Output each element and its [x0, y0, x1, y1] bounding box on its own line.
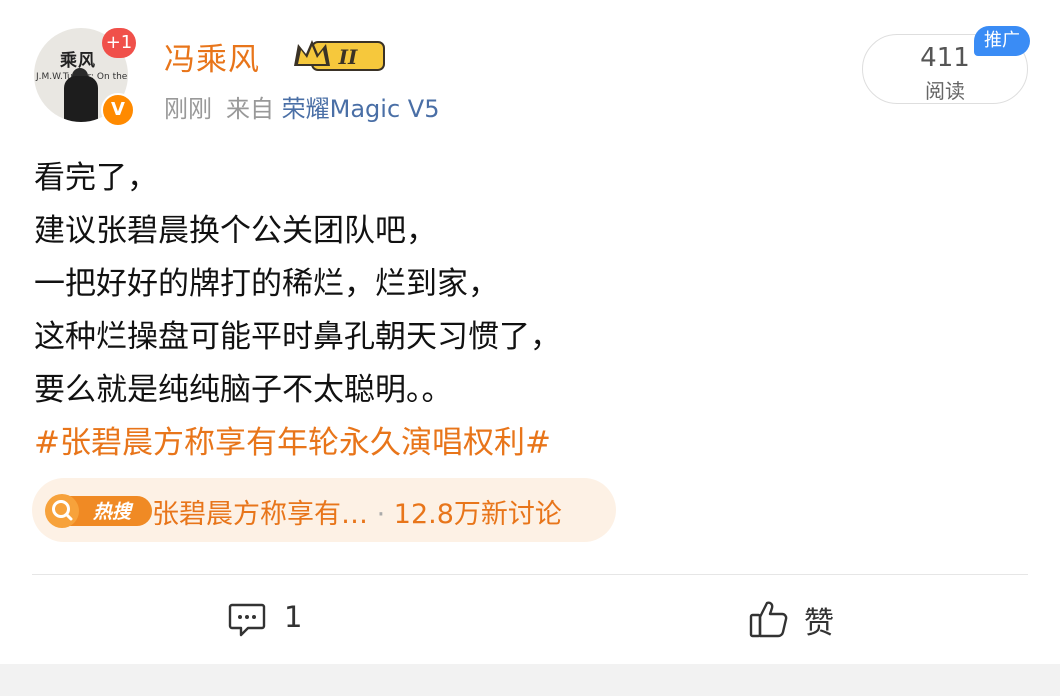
action-divider	[32, 574, 1028, 575]
post-meta: 刚刚 来自 荣耀Magic V5	[164, 89, 439, 124]
thumbs-up-icon	[749, 601, 788, 638]
rank-badge-level: II	[338, 45, 358, 69]
source-prefix: 来自	[226, 95, 274, 123]
hot-search-card[interactable]: 热搜 张碧晨方称享有… · 12.8万新讨论	[32, 478, 616, 542]
hot-search-badge: 热搜	[45, 494, 152, 528]
hot-search-separator: ·	[376, 499, 386, 530]
post-body: 看完了， 建议张碧晨换个公关团队吧， 一把好好的牌打的稀烂，烂到家， 这种烂操盘…	[34, 152, 561, 470]
hot-search-discussions: 12.8万新讨论	[393, 499, 562, 530]
ad-tag[interactable]: 推广	[974, 26, 1030, 56]
author-name[interactable]: 冯乘风	[164, 34, 260, 79]
notification-badge: +1	[102, 28, 136, 58]
like-label: 赞	[804, 606, 834, 641]
post-body-line: 看完了，	[34, 160, 158, 196]
post-body-line: 建议张碧晨换个公关团队吧，	[34, 213, 437, 249]
post-body-line: 一把好好的牌打的稀烂，烂到家，	[34, 266, 499, 302]
source-device[interactable]: 荣耀Magic V5	[282, 95, 440, 123]
comment-button[interactable]: 1	[228, 598, 318, 644]
hot-search-topic: 张碧晨方称享有…	[152, 499, 368, 530]
comment-count: 1	[284, 600, 303, 634]
bottom-bar	[0, 664, 1060, 696]
crown-rank-badge[interactable]: II	[290, 36, 388, 74]
hot-search-badge-label: 热搜	[92, 501, 134, 523]
avatar-person-body	[64, 76, 98, 122]
read-label: 阅读	[925, 79, 965, 103]
post-body-line: 这种烂操盘可能平时鼻孔朝天习惯了，	[34, 319, 561, 355]
post-time: 刚刚	[164, 95, 212, 123]
verified-v-icon: V	[101, 93, 135, 127]
hashtag-link[interactable]: #张碧晨方称享有年轮永久演唱权利#	[34, 417, 561, 470]
post-body-line: 要么就是纯纯脑子不太聪明。。	[34, 372, 453, 408]
comment-icon	[228, 603, 266, 637]
hot-search-text: 张碧晨方称享有… · 12.8万新讨论	[152, 492, 562, 531]
like-button[interactable]: 赞	[748, 596, 848, 644]
